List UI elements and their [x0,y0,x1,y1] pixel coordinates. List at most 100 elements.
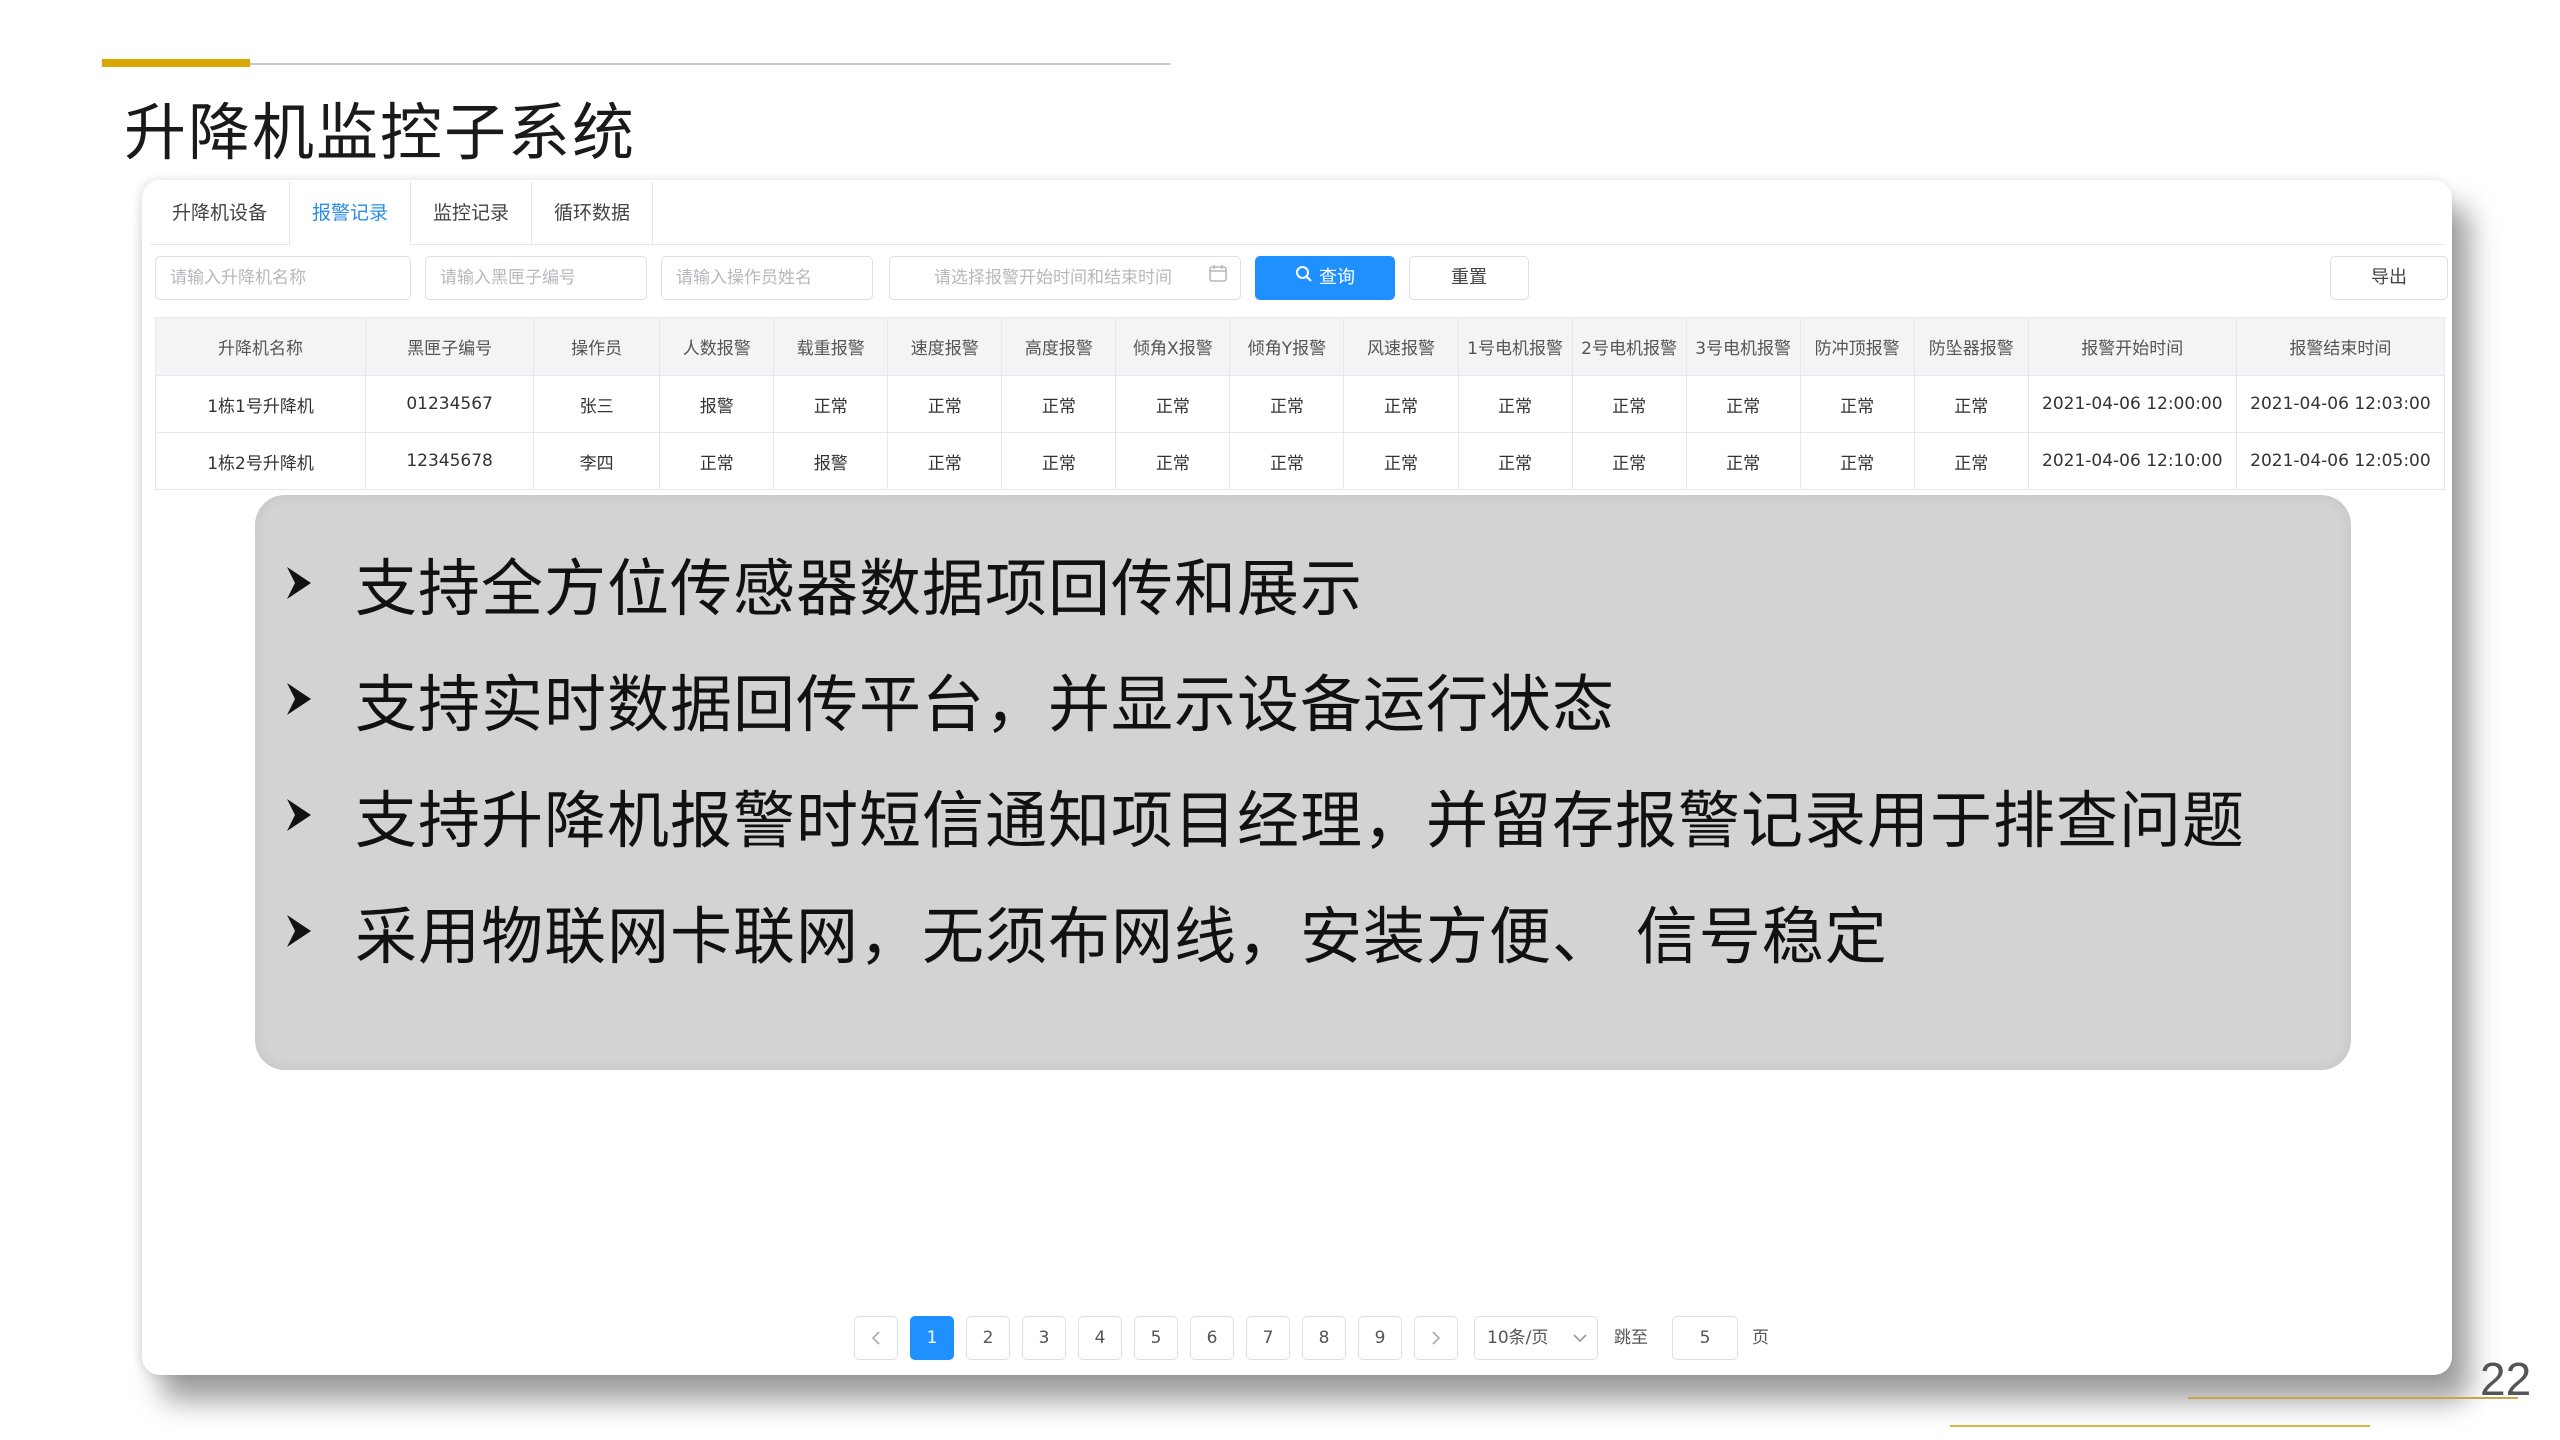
title-rule [250,63,1170,65]
table-header-row: 升降机名称 黑匣子编号 操作员 人数报警 载重报警 速度报警 高度报警 倾角X报… [154,317,2446,376]
column-header: 升降机名称 [154,317,367,376]
table-cell: 正常 [659,432,775,490]
tab-lift-devices[interactable]: 升降机设备 [150,182,291,244]
tab-cycle-data[interactable]: 循环数据 [532,182,654,244]
page-button-2[interactable]: 2 [966,1316,1010,1360]
list-item: 支持全方位传感器数据项回传和展示 [285,525,2245,641]
page-button-3[interactable]: 3 [1022,1316,1066,1360]
footer-rule [2188,1397,2518,1399]
page-number: 22 [2480,1353,2532,1405]
calendar-icon [1208,257,1228,299]
table-cell: 正常 [1457,432,1573,490]
arrow-bullet-icon [285,563,313,603]
alarm-records-table: 升降机名称 黑匣子编号 操作员 人数报警 载重报警 速度报警 高度报警 倾角X报… [154,317,2446,490]
table-cell: 正常 [1685,375,1801,433]
export-button[interactable]: 导出 [2330,256,2448,300]
list-item: 支持实时数据回传平台，并显示设备运行状态 [285,641,2245,757]
table-cell: 正常 [1229,432,1345,490]
date-range-placeholder: 请选择报警开始时间和结束时间 [934,268,1172,288]
table-cell: 报警 [773,432,889,490]
feature-overlay-panel: 支持全方位传感器数据项回传和展示 支持实时数据回传平台，并显示设备运行状态 支持… [255,495,2351,1070]
title-accent-bar [102,59,250,67]
column-header: 人数报警 [659,317,775,376]
column-header: 速度报警 [887,317,1003,376]
filter-bar: 请输入升降机名称 请输入黑匣子编号 请输入操作员姓名 请选择报警开始时间和结束时… [155,256,2448,302]
table-cell: 正常 [1343,432,1459,490]
table-cell: 正常 [1001,375,1117,433]
column-header: 倾角Y报警 [1229,317,1345,376]
column-header: 倾角X报警 [1115,317,1231,376]
page-title: 升降机监控子系统 [124,96,637,169]
search-icon [1295,256,1313,300]
table-body: 1栋1号升降机 01234567 张三 报警 正常 正常 正常 正常 正常 正常 正常 正常 正常 正常正… [154,375,2446,490]
tab-alarm-records[interactable]: 报警记录 [290,182,412,246]
arrow-bullet-icon [285,911,313,951]
reset-button[interactable]: 重置 [1409,256,1529,300]
page-button-8[interactable]: 8 [1302,1316,1346,1360]
table-cell: 正常 [1115,432,1231,490]
table-cell: 正常 [1571,375,1687,433]
arrow-bullet-icon [285,795,313,835]
column-header: 报警结束时间 [2235,317,2446,376]
page-button-6[interactable]: 6 [1190,1316,1234,1360]
page-size-select[interactable]: 10条/页 [1474,1316,1598,1360]
table-cell: 2021-04-06 12:03:00 [2235,375,2446,433]
list-item: 采用物联网卡联网，无须布网线，安装方便、 信号稳定 [285,873,2245,989]
jump-page-input[interactable]: 5 [1672,1316,1738,1360]
footer-rule [1950,1425,2370,1427]
table-row: 1栋2号升降机 12345678 李四 正常 报警 正常 正常 正常 正常 正常 正常 正常 正常 正常正… [154,432,2446,490]
table-cell: 正常 [1229,375,1345,433]
jump-label: 跳至 [1614,1328,1648,1348]
column-header: 1号电机报警 [1457,317,1573,376]
page-button-1[interactable]: 1 [910,1316,954,1360]
table-cell: 2021-04-06 12:05:00 [2235,432,2446,490]
feature-list: 支持全方位传感器数据项回传和展示 支持实时数据回传平台，并显示设备运行状态 支持… [285,525,2245,989]
table-cell: 01234567 [365,375,535,433]
table-cell: 正常 [773,375,889,433]
table-cell: 报警 [659,375,775,433]
column-header: 高度报警 [1001,317,1117,376]
column-header: 报警开始时间 [2027,317,2237,376]
column-header: 防冲顶报警 [1799,317,1915,376]
table-cell: 1栋2号升降机 [154,432,367,490]
pagination: 1 2 3 4 5 6 7 8 9 10条/页 跳至 5 页 [854,1316,2034,1362]
table-cell: 12345678 [365,432,535,490]
query-button[interactable]: 查询 [1255,256,1395,300]
tab-monitor-records[interactable]: 监控记录 [411,182,533,244]
lift-name-input[interactable]: 请输入升降机名称 [155,256,411,300]
blackbox-id-input[interactable]: 请输入黑匣子编号 [425,256,647,300]
table-cell: 正常 [1115,375,1231,433]
list-item: 支持升降机报警时短信通知项目经理，并留存报警记录用于排查问题 [285,757,2245,873]
chevron-right-icon[interactable] [1414,1316,1458,1360]
column-header: 载重报警 [773,317,889,376]
column-header: 2号电机报警 [1571,317,1687,376]
table-cell: 正常 [887,432,1003,490]
table-cell: 2021-04-06 12:10:00 [2027,432,2237,490]
table-cell: 正常 [1685,432,1801,490]
feature-text: 支持升降机报警时短信通知项目经理，并留存报警记录用于排查问题 [355,784,2246,857]
date-range-picker[interactable]: 请选择报警开始时间和结束时间 [889,256,1241,300]
table-cell: 李四 [533,432,661,490]
table-cell: 正常 [1457,375,1573,433]
arrow-bullet-icon [285,679,313,719]
table-cell: 正常 [1799,432,1915,490]
table-cell: 正常 [1343,375,1459,433]
table-cell: 正常 [1913,432,2029,490]
table-cell: 正常 [887,375,1003,433]
table-cell: 张三 [533,375,661,433]
feature-text: 支持实时数据回传平台，并显示设备运行状态 [355,668,1616,741]
table-cell: 1栋1号升降机 [154,375,367,433]
page-button-7[interactable]: 7 [1246,1316,1290,1360]
operator-name-input[interactable]: 请输入操作员姓名 [661,256,873,300]
chevron-down-icon [1573,1317,1587,1359]
page-button-9[interactable]: 9 [1358,1316,1402,1360]
column-header: 3号电机报警 [1685,317,1801,376]
feature-text: 支持全方位传感器数据项回传和展示 [355,552,1364,625]
chevron-left-icon[interactable] [854,1316,898,1360]
column-header: 防坠器报警 [1913,317,2029,376]
tab-bar: 升降机设备 报警记录 监控记录 循环数据 [150,182,2444,246]
table-cell: 正常 [1571,432,1687,490]
page-button-5[interactable]: 5 [1134,1316,1178,1360]
page-button-4[interactable]: 4 [1078,1316,1122,1360]
table-cell: 正常 [1001,432,1117,490]
